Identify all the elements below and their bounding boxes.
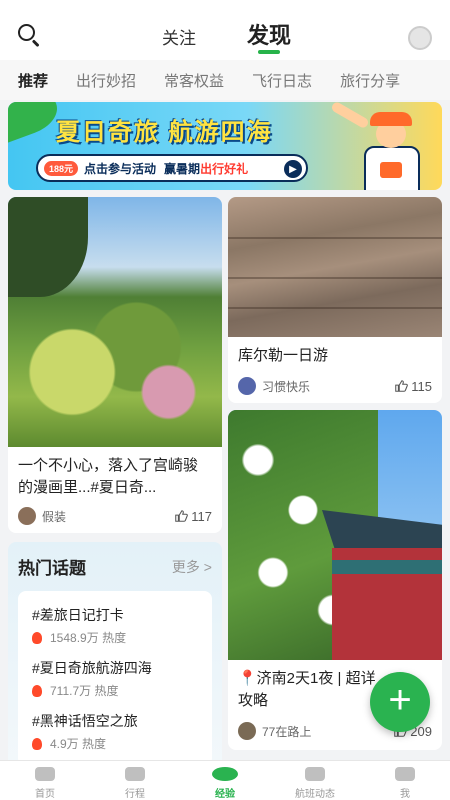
create-post-button[interactable]: + [370, 672, 430, 732]
author-avatar[interactable] [238, 722, 256, 740]
topic-name: #夏日奇旅航游四海 [32, 660, 152, 676]
post-title: 一个不小心，落入了宫崎骏的漫画里...#夏日奇... [18, 457, 199, 496]
post-photo-pavilion [228, 410, 442, 660]
topic-heat-value: 711.7万 [50, 684, 92, 698]
topic-item[interactable]: #黑神话悟空之旅 4.9万 热度 [32, 705, 198, 758]
arrow-right-icon: ▶ [284, 160, 302, 178]
nav-experience[interactable]: 经验 [180, 761, 270, 800]
traveler-illustration [324, 102, 434, 190]
category-tab-benefits[interactable]: 常客权益 [164, 70, 224, 91]
topic-heat-value: 1548.9万 [50, 631, 99, 645]
home-icon [35, 767, 55, 781]
thumbs-up-icon [175, 510, 189, 522]
nav-label: 首页 [35, 789, 55, 800]
nav-flight-status[interactable]: 航班动态 [270, 761, 360, 800]
post-meta: 假装 117 [18, 505, 212, 527]
topic-heat-value: 4.9万 [50, 737, 79, 751]
hot-topics-panel: 热门话题 更多 > #差旅日记打卡 1548.9万 热度 #夏日奇旅航游四海 7… [8, 542, 222, 772]
post-photo-garden [8, 197, 222, 447]
user-avatar-icon[interactable] [408, 26, 432, 50]
post-meta: 习惯快乐 115 [238, 375, 432, 397]
topic-list: #差旅日记打卡 1548.9万 热度 #夏日奇旅航游四海 711.7万 热度 #… [18, 591, 212, 766]
top-header: 关注 发现 [0, 0, 450, 60]
category-tab-tips[interactable]: 出行妙招 [76, 70, 136, 91]
like-button[interactable]: 117 [174, 509, 212, 524]
author-name[interactable]: 习惯快乐 [262, 378, 394, 395]
topic-name: #差旅日记打卡 [32, 607, 124, 623]
leaf-decoration [8, 102, 64, 144]
like-count: 115 [411, 378, 432, 394]
tab-discover[interactable]: 发现 [247, 18, 291, 50]
promo-banner[interactable]: 夏日奇旅 航游四海 188元 点击参与活动 赢暑期 出行好礼 ▶ [8, 102, 442, 190]
cta-suffix: 赢暑期 [164, 161, 201, 176]
like-button[interactable]: 115 [394, 379, 432, 394]
author-name[interactable]: 77在路上 [262, 723, 393, 740]
category-tab-flight-log[interactable]: 飞行日志 [252, 70, 312, 91]
post-photo-mountains [228, 197, 442, 337]
author-name[interactable]: 假装 [42, 508, 174, 525]
banner-title: 夏日奇旅 航游四海 [56, 119, 273, 146]
cta-text: 点击参与活动 [84, 161, 157, 176]
category-tab-travel-share[interactable]: 旅行分享 [340, 70, 400, 91]
post-title: 库尔勒一日游 [238, 347, 329, 364]
author-avatar[interactable] [238, 377, 256, 395]
nav-label: 我 [400, 789, 410, 800]
nav-me[interactable]: 我 [360, 761, 450, 800]
topic-name: #黑神话悟空之旅 [32, 713, 138, 729]
nav-trips[interactable]: 行程 [90, 761, 180, 800]
topic-item[interactable]: #差旅日记打卡 1548.9万 热度 [32, 599, 198, 652]
feed-card[interactable]: 一个不小心，落入了宫崎骏的漫画里...#夏日奇... 假装 117 [8, 197, 222, 533]
nav-label: 航班动态 [295, 789, 335, 800]
airplane-icon [305, 767, 325, 781]
hot-topics-title: 热门话题 [18, 559, 86, 578]
experience-icon [212, 767, 238, 781]
nav-label: 经验 [215, 789, 235, 800]
tab-follow[interactable]: 关注 [162, 24, 196, 49]
topic-heat-unit: 热度 [94, 684, 119, 698]
active-tab-indicator [258, 50, 280, 54]
banner-cta-button[interactable]: 188元 点击参与活动 赢暑期 出行好礼 ▶ [36, 154, 308, 182]
flame-icon [32, 737, 42, 750]
author-avatar[interactable] [18, 507, 36, 525]
topic-heat-unit: 热度 [102, 631, 127, 645]
flame-icon [32, 684, 42, 697]
cta-highlight: 出行好礼 [200, 161, 249, 176]
bottom-navigation: 首页 行程 经验 航班动态 我 [0, 760, 450, 800]
category-tabs: 推荐 出行妙招 常客权益 飞行日志 旅行分享 [0, 60, 450, 100]
feed-card[interactable]: 库尔勒一日游 习惯快乐 115 [228, 197, 442, 403]
profile-icon [395, 767, 415, 781]
topic-heat-unit: 热度 [82, 737, 107, 751]
suitcase-icon [125, 767, 145, 781]
topic-item[interactable]: #夏日奇旅航游四海 711.7万 热度 [32, 652, 198, 705]
search-icon[interactable] [16, 22, 42, 48]
flame-icon [32, 631, 42, 644]
category-tab-recommend[interactable]: 推荐 [18, 70, 48, 91]
like-count: 117 [191, 508, 212, 524]
hot-topics-more-link[interactable]: 更多 > [172, 557, 212, 577]
nav-home[interactable]: 首页 [0, 761, 90, 800]
nav-label: 行程 [125, 789, 145, 800]
coupon-badge: 188元 [44, 160, 79, 176]
thumbs-up-icon [395, 380, 409, 392]
